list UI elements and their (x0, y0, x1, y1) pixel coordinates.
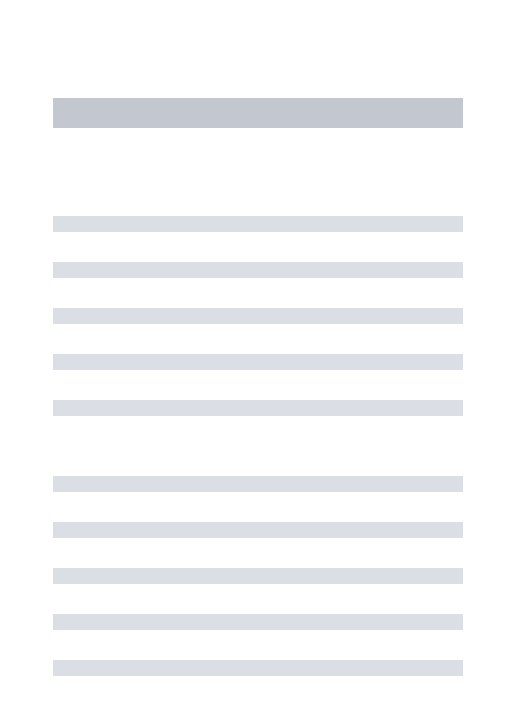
skeleton-line (53, 522, 463, 538)
skeleton-header (53, 98, 463, 128)
skeleton-line (53, 614, 463, 630)
skeleton-container (0, 0, 516, 676)
skeleton-gap (53, 446, 463, 476)
skeleton-line (53, 476, 463, 492)
skeleton-line (53, 216, 463, 232)
skeleton-line (53, 262, 463, 278)
skeleton-line (53, 354, 463, 370)
skeleton-line (53, 308, 463, 324)
skeleton-line (53, 660, 463, 676)
skeleton-line (53, 568, 463, 584)
skeleton-line (53, 400, 463, 416)
